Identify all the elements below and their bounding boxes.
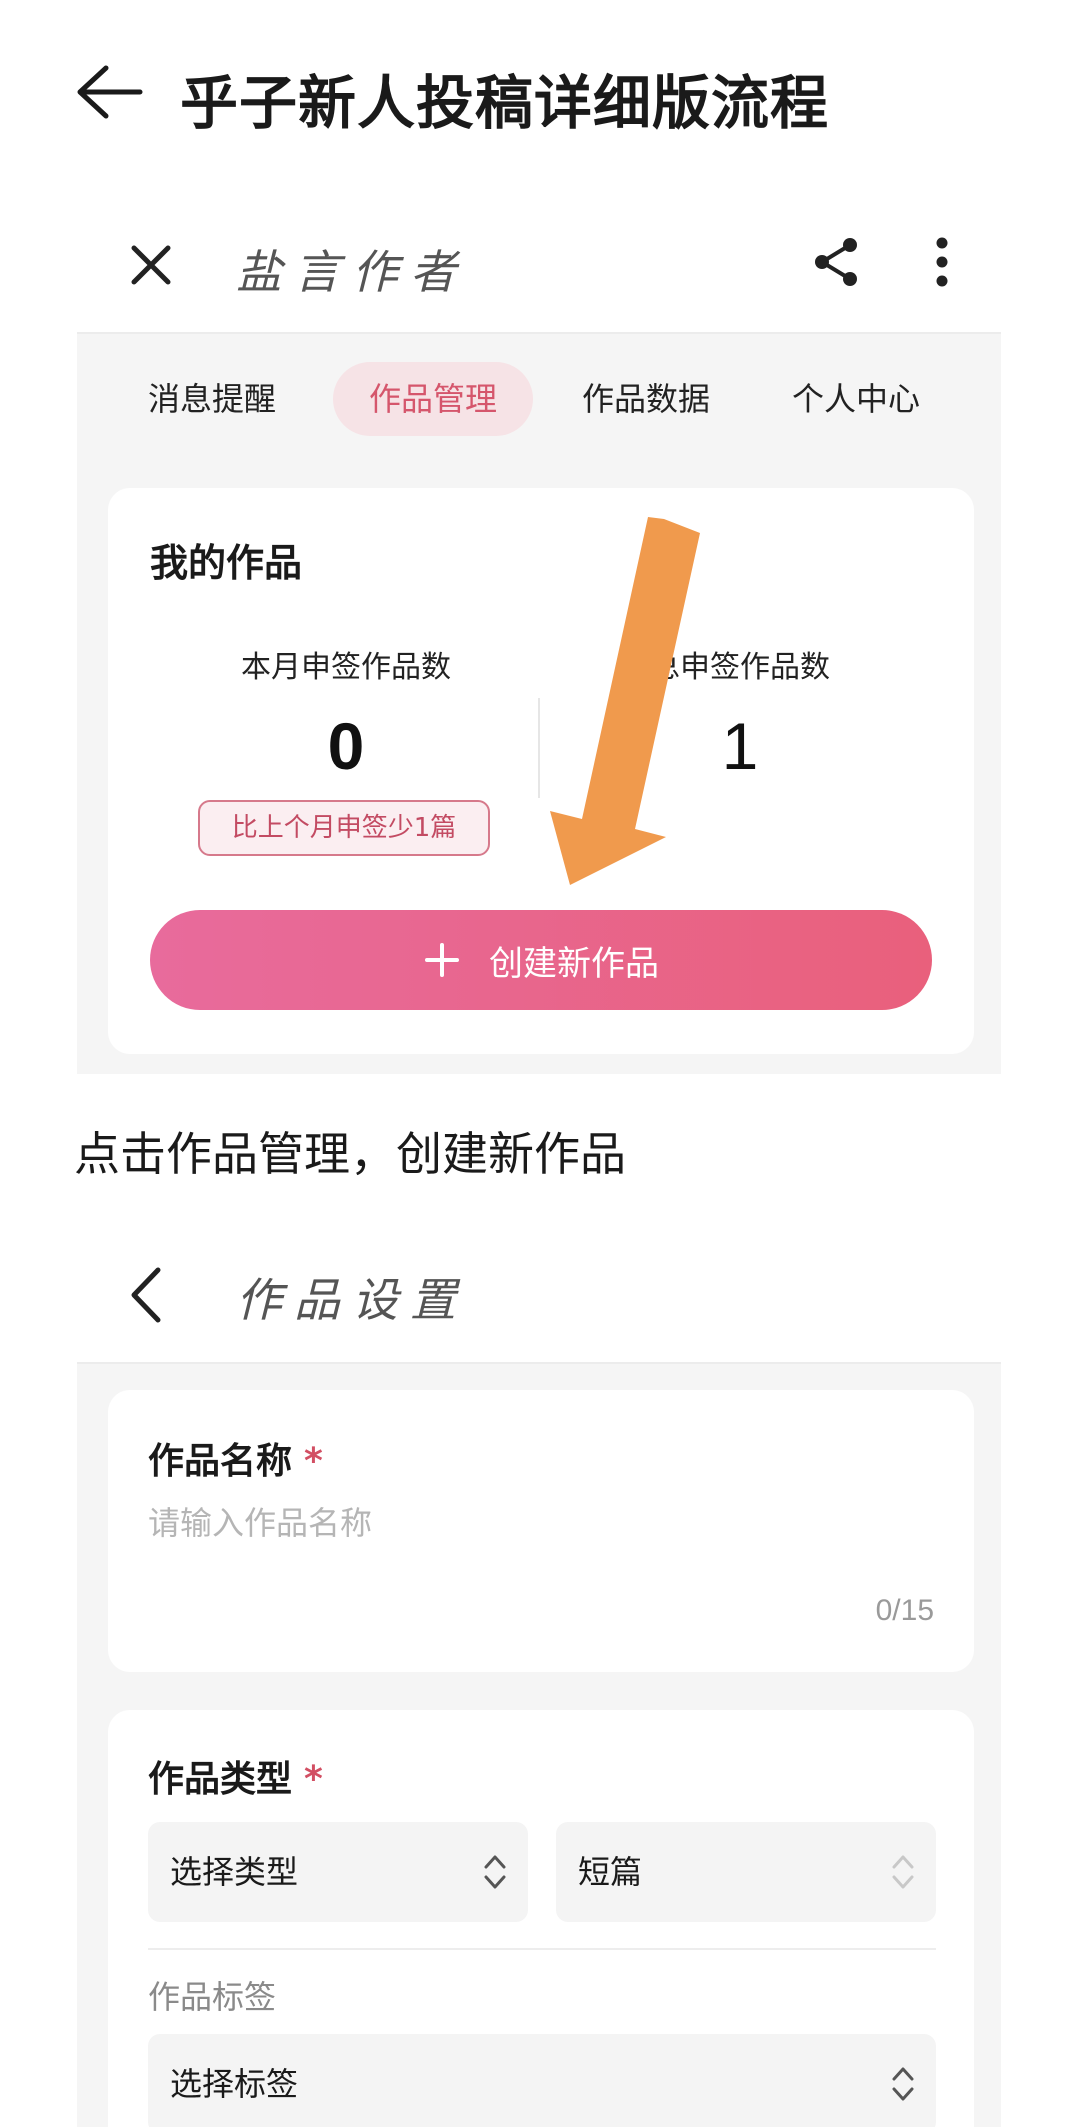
total-signed-label: 总申签作品数: [650, 650, 830, 685]
total-signed-value: 1: [721, 709, 759, 783]
tab-profile[interactable]: 个人中心: [771, 362, 941, 436]
updown-chevron-icon: [892, 2067, 914, 2101]
close-icon[interactable]: [128, 242, 174, 288]
arrow-left-icon[interactable]: [74, 62, 144, 122]
tab-works-management[interactable]: 作品管理: [333, 362, 533, 436]
length-select-value: 短篇: [578, 1853, 643, 1891]
tab-messages[interactable]: 消息提醒: [127, 362, 297, 436]
required-mark: *: [304, 1441, 323, 1482]
create-button-label: 创建新作品: [489, 943, 659, 984]
monthly-signed-value: 0: [327, 709, 365, 783]
stat-divider: [538, 698, 540, 798]
compare-badge: 比上个月申签少1篇: [198, 800, 490, 856]
app-top-bar: [77, 212, 1001, 332]
type-select-value: 选择类型: [170, 1853, 299, 1891]
more-vertical-icon[interactable]: [934, 236, 950, 288]
work-name-input[interactable]: [148, 1496, 928, 1550]
work-tags-label: 作品标签: [148, 1978, 277, 2016]
type-select[interactable]: 选择类型: [148, 1822, 528, 1922]
tab-works-data[interactable]: 作品数据: [561, 362, 731, 436]
settings-bar-title: 作品设置: [236, 1273, 468, 1327]
work-type-label: 作品类型 *: [148, 1750, 323, 1802]
create-new-work-button[interactable]: 创建新作品: [150, 910, 932, 1010]
app-bar-title: 盐言作者: [236, 245, 468, 299]
updown-chevron-icon: [892, 1855, 914, 1889]
my-works-title: 我的作品: [150, 541, 303, 585]
chevron-left-icon[interactable]: [128, 1266, 164, 1324]
length-select[interactable]: 短篇: [556, 1822, 936, 1922]
monthly-signed-label: 本月申签作品数: [241, 650, 451, 685]
updown-chevron-icon: [484, 1855, 506, 1889]
tab-bar: 消息提醒 作品管理 作品数据 个人中心: [77, 362, 1001, 436]
step-caption: 点击作品管理，创建新作品: [74, 1127, 626, 1181]
work-name-label-text: 作品名称: [148, 1441, 293, 1482]
tags-select[interactable]: 选择标签: [148, 2034, 936, 2127]
post-title: 乎子新人投稿详细版流程: [180, 69, 830, 137]
settings-top-bar: [77, 1240, 1001, 1362]
share-icon[interactable]: [812, 236, 860, 288]
field-divider: [148, 1948, 936, 1950]
character-count: 0/15: [875, 1594, 934, 1627]
required-mark: *: [304, 1759, 323, 1800]
work-name-label: 作品名称 *: [148, 1432, 323, 1484]
plus-icon: [423, 941, 461, 979]
tags-select-value: 选择标签: [170, 2065, 299, 2103]
work-type-label-text: 作品类型: [148, 1759, 293, 1800]
